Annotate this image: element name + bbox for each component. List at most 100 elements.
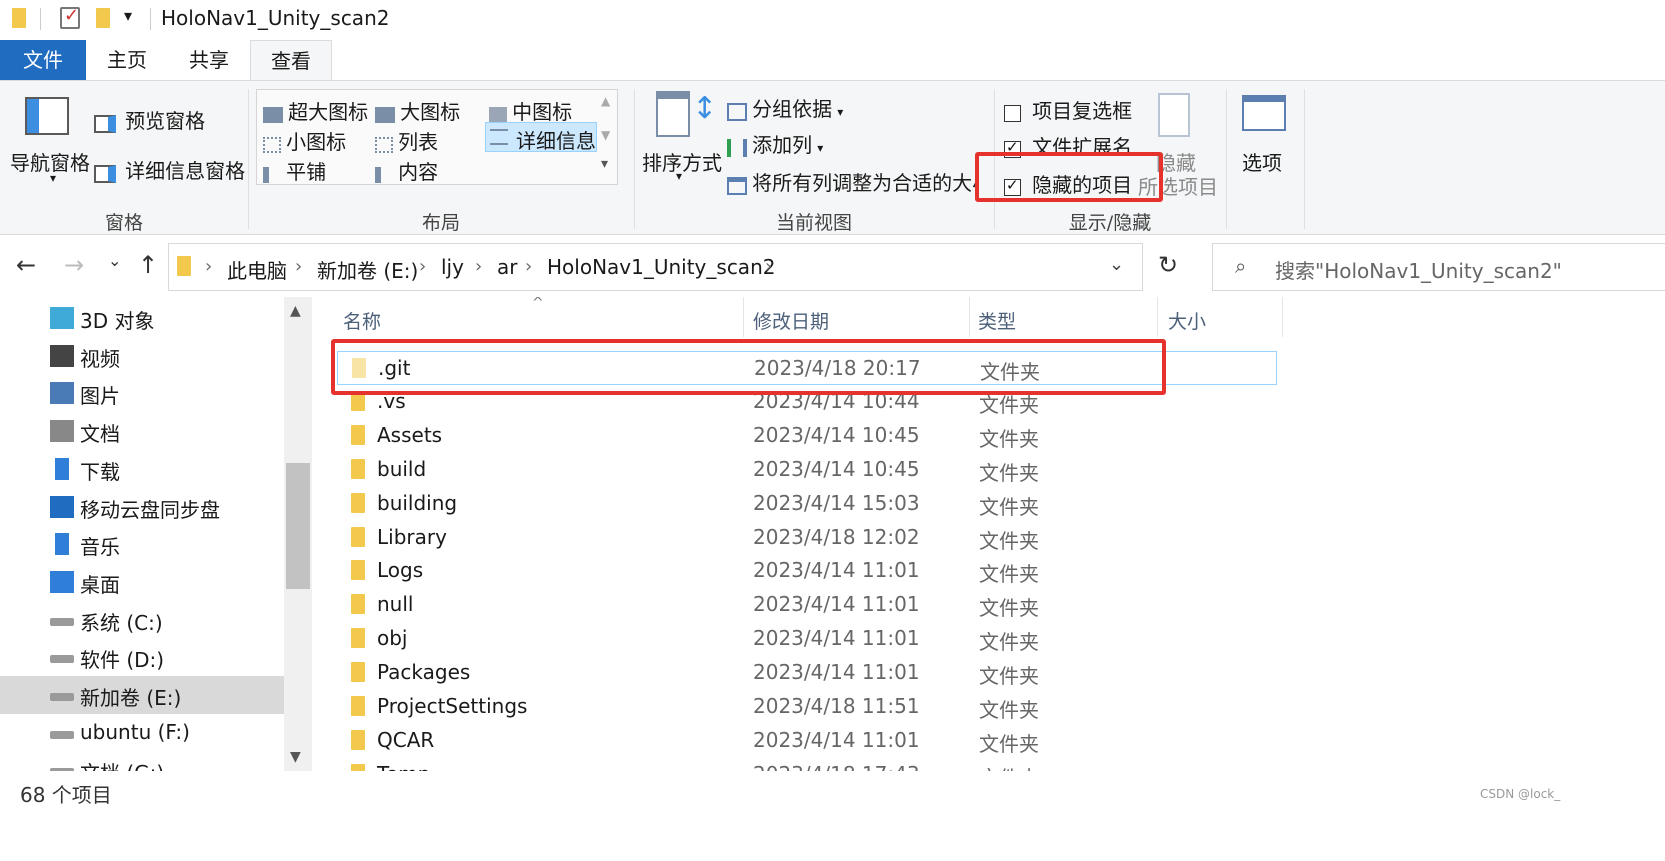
column-divider[interactable] xyxy=(1157,297,1158,337)
gallery-expand-icon[interactable]: ▾ xyxy=(601,156,608,172)
divider xyxy=(150,8,151,30)
layout-extra-large-icons[interactable]: 超大图标 xyxy=(263,96,368,125)
file-name: null xyxy=(377,592,414,617)
recent-dropdown-icon[interactable]: ⌄ xyxy=(108,251,121,270)
scroll-thumb[interactable] xyxy=(286,463,310,589)
nav-item[interactable]: ubuntu (F:) xyxy=(0,714,284,752)
file-row[interactable]: Temp 2023/4/18 17:43 文件夹 xyxy=(337,758,1277,771)
group-by-button[interactable]: 分组依据 ▾ xyxy=(727,93,843,122)
add-column-button[interactable]: 添加列 ▾ xyxy=(727,129,823,158)
file-row[interactable]: build 2023/4/14 10:45 文件夹 xyxy=(337,453,1277,487)
layout-small-icons[interactable]: 小图标 xyxy=(263,126,346,155)
layout-details[interactable]: 详细信息 xyxy=(485,122,597,153)
file-row[interactable]: Logs 2023/4/14 11:01 文件夹 xyxy=(337,554,1277,588)
tab-share[interactable]: 共享 xyxy=(168,40,250,80)
fit-columns-button[interactable]: 将所有列调整为合适的大小 xyxy=(727,167,979,196)
file-row[interactable]: QCAR 2023/4/14 11:01 文件夹 xyxy=(337,724,1277,758)
new-folder-icon[interactable] xyxy=(96,8,110,28)
breadcrumb-item[interactable]: ljy xyxy=(441,255,464,279)
nav-item[interactable]: 系统 (C:) xyxy=(0,601,284,639)
nav-item[interactable]: 新加卷 (E:) xyxy=(0,676,284,714)
nav-item[interactable]: 文档 xyxy=(0,412,284,450)
preview-pane-icon xyxy=(94,114,116,133)
layout-content[interactable]: 内容 xyxy=(375,156,438,185)
gallery-up-icon[interactable]: ▲ xyxy=(601,94,610,108)
sort-by-button[interactable]: ↕ 排序方式 ▾ xyxy=(640,89,722,199)
forward-arrow-icon[interactable]: → xyxy=(64,251,84,279)
nav-item[interactable]: 音乐 xyxy=(0,525,284,563)
layout-large-icons[interactable]: 大图标 xyxy=(375,96,460,125)
nav-item[interactable]: 3D 对象 xyxy=(0,299,284,337)
up-arrow-icon[interactable]: ↑ xyxy=(138,251,158,279)
breadcrumb-item[interactable]: 新加卷 (E:) xyxy=(317,255,418,284)
drive-icon xyxy=(50,617,74,626)
add-column-icon xyxy=(727,138,747,157)
path-box[interactable]: › 此电脑 › 新加卷 (E:) › ljy › ar › HoloNav1_U… xyxy=(168,243,1143,291)
column-divider[interactable] xyxy=(743,297,744,337)
scroll-down-icon[interactable]: ▼ xyxy=(290,749,301,765)
layout-tiles[interactable]: 平铺 xyxy=(263,156,326,185)
file-type: 文件夹 xyxy=(979,460,1039,485)
nav-item[interactable]: 软件 (D:) xyxy=(0,638,284,676)
column-header-size[interactable]: 大小 xyxy=(1168,307,1206,334)
nav-item[interactable]: 下载 xyxy=(0,450,284,488)
nav-item[interactable]: 桌面 xyxy=(0,563,284,601)
file-name: Library xyxy=(377,524,447,549)
column-header-modified[interactable]: 修改日期 xyxy=(753,307,829,334)
nav-pane-button[interactable]: 导航窗格 ▾ xyxy=(8,93,94,203)
search-input[interactable]: 搜索"HoloNav1_Unity_scan2" xyxy=(1275,255,1562,284)
file-modified: 2023/4/14 11:01 xyxy=(753,626,920,651)
options-icon xyxy=(1242,95,1286,131)
tab-view[interactable]: 查看 xyxy=(250,40,332,81)
layout-medium-icons[interactable]: 中图标 xyxy=(489,96,572,125)
breadcrumb-item[interactable]: ar xyxy=(497,255,517,279)
nav-item[interactable]: 视频 xyxy=(0,337,284,375)
file-modified: 2023/4/18 17:43 xyxy=(753,762,920,771)
breadcrumb-separator: › xyxy=(205,256,213,277)
file-row[interactable]: building 2023/4/14 15:03 文件夹 xyxy=(337,487,1277,521)
large-icons-icon xyxy=(375,106,395,123)
file-row[interactable]: obj 2023/4/14 11:01 文件夹 xyxy=(337,622,1277,656)
nav-item[interactable]: 图片 xyxy=(0,374,284,412)
search-box[interactable]: ⌕ 搜索"HoloNav1_Unity_scan2" xyxy=(1212,243,1665,291)
column-divider[interactable] xyxy=(969,297,970,337)
file-type: 文件夹 xyxy=(979,731,1039,756)
group-label-current-view: 当前视图 xyxy=(775,212,852,234)
checkbox[interactable] xyxy=(1004,105,1021,122)
column-header-name[interactable]: 名称 xyxy=(343,307,381,334)
properties-icon[interactable] xyxy=(60,5,80,29)
file-row[interactable]: null 2023/4/14 11:01 文件夹 xyxy=(337,588,1277,622)
gallery-down-icon[interactable]: ▼ xyxy=(601,128,610,142)
nav-item[interactable]: 移动云盘同步盘 xyxy=(0,488,284,526)
nav-scrollbar[interactable]: ▲ ▼ xyxy=(284,297,312,771)
item-checkboxes-toggle[interactable]: 项目复选框 xyxy=(1004,95,1132,124)
scroll-up-icon[interactable]: ▲ xyxy=(290,303,301,319)
tab-home[interactable]: 主页 xyxy=(86,40,168,80)
list-icon xyxy=(375,136,393,153)
file-row[interactable]: Library 2023/4/18 12:02 文件夹 xyxy=(337,521,1277,555)
quick-access-dropdown-icon[interactable]: ▾ xyxy=(124,6,132,25)
folder-icon xyxy=(351,492,365,513)
refresh-icon[interactable]: ↻ xyxy=(1158,251,1178,279)
group-by-icon xyxy=(727,102,747,121)
layout-list[interactable]: 列表 xyxy=(375,126,438,155)
small-icons-icon xyxy=(263,136,281,153)
address-history-dropdown-icon[interactable]: ⌄ xyxy=(1109,254,1124,275)
file-row[interactable]: Assets 2023/4/14 10:45 文件夹 xyxy=(337,419,1277,453)
nav-item-label: 视频 xyxy=(80,346,120,371)
breadcrumb-item[interactable]: 此电脑 xyxy=(227,255,287,284)
column-header-type[interactable]: 类型 xyxy=(978,307,1016,334)
group-label-show-hide: 显示/隐藏 xyxy=(1068,212,1152,234)
preview-pane-button[interactable]: 预览窗格 xyxy=(94,105,205,135)
column-divider[interactable] xyxy=(1282,297,1283,337)
breadcrumb-item[interactable]: HoloNav1_Unity_scan2 xyxy=(547,255,775,279)
drive-icon xyxy=(50,693,74,701)
file-row[interactable]: ProjectSettings 2023/4/18 11:51 文件夹 xyxy=(337,690,1277,724)
details-pane-button[interactable]: 详细信息窗格 xyxy=(94,155,245,185)
file-type: 文件夹 xyxy=(979,762,1039,771)
add-column-label: 添加列 xyxy=(752,133,813,157)
file-row[interactable]: Packages 2023/4/14 11:01 文件夹 xyxy=(337,656,1277,690)
tab-file[interactable]: 文件 xyxy=(0,40,86,80)
back-arrow-icon[interactable]: ← xyxy=(16,251,36,279)
options-button[interactable]: 选项 xyxy=(1234,93,1298,193)
